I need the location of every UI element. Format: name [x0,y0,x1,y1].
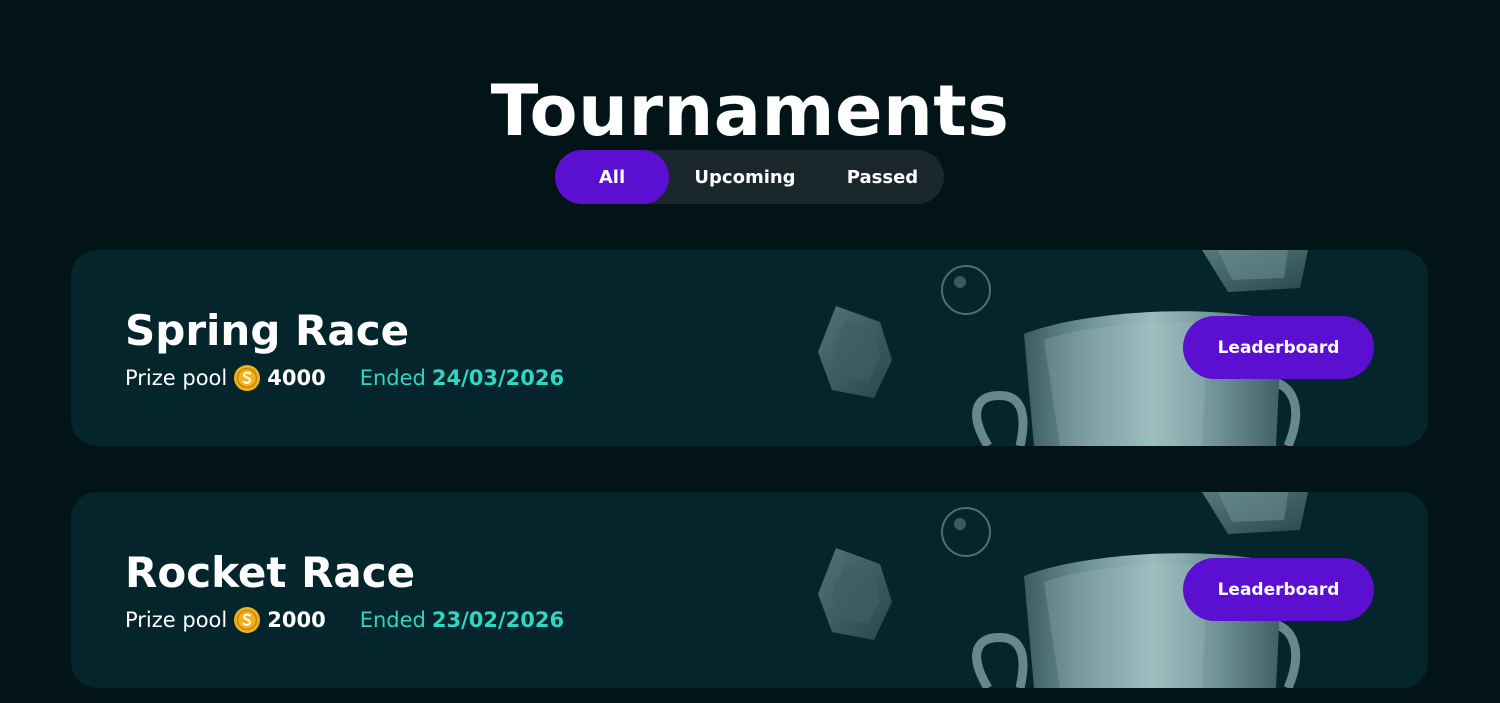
tournament-card: Rocket Race Prize pool 2000 Ended 23/02/… [71,492,1428,688]
tab-all[interactable]: All [555,150,669,204]
prize-pool-value: 4000 [267,366,326,390]
tournament-meta: Prize pool 4000 Ended 24/03/2026 [125,363,564,393]
tournament-card: Spring Race Prize pool 4000 Ended 24/03/… [71,250,1428,446]
tournament-filter-tabs: All Upcoming Passed [555,150,944,204]
tournament-name: Spring Race [125,306,410,355]
tournament-end-date: 23/02/2026 [431,608,565,632]
tournament-end-date: 24/03/2026 [431,366,565,390]
coin-icon [234,607,261,633]
page-title: Tournaments [490,69,1010,152]
leaderboard-button[interactable]: Leaderboard [1183,316,1374,379]
tournament-meta: Prize pool 2000 Ended 23/02/2026 [125,605,564,635]
prize-pool-value: 2000 [267,608,326,632]
leaderboard-button[interactable]: Leaderboard [1183,558,1374,621]
prize-pool-label: Prize pool [125,608,228,632]
coin-icon [234,365,261,391]
tournament-status-label: Ended [359,608,426,632]
tab-upcoming[interactable]: Upcoming [669,150,821,204]
tournament-name: Rocket Race [125,548,416,597]
tab-passed[interactable]: Passed [821,150,944,204]
tournament-status-label: Ended [359,366,426,390]
prize-pool-label: Prize pool [125,366,228,390]
